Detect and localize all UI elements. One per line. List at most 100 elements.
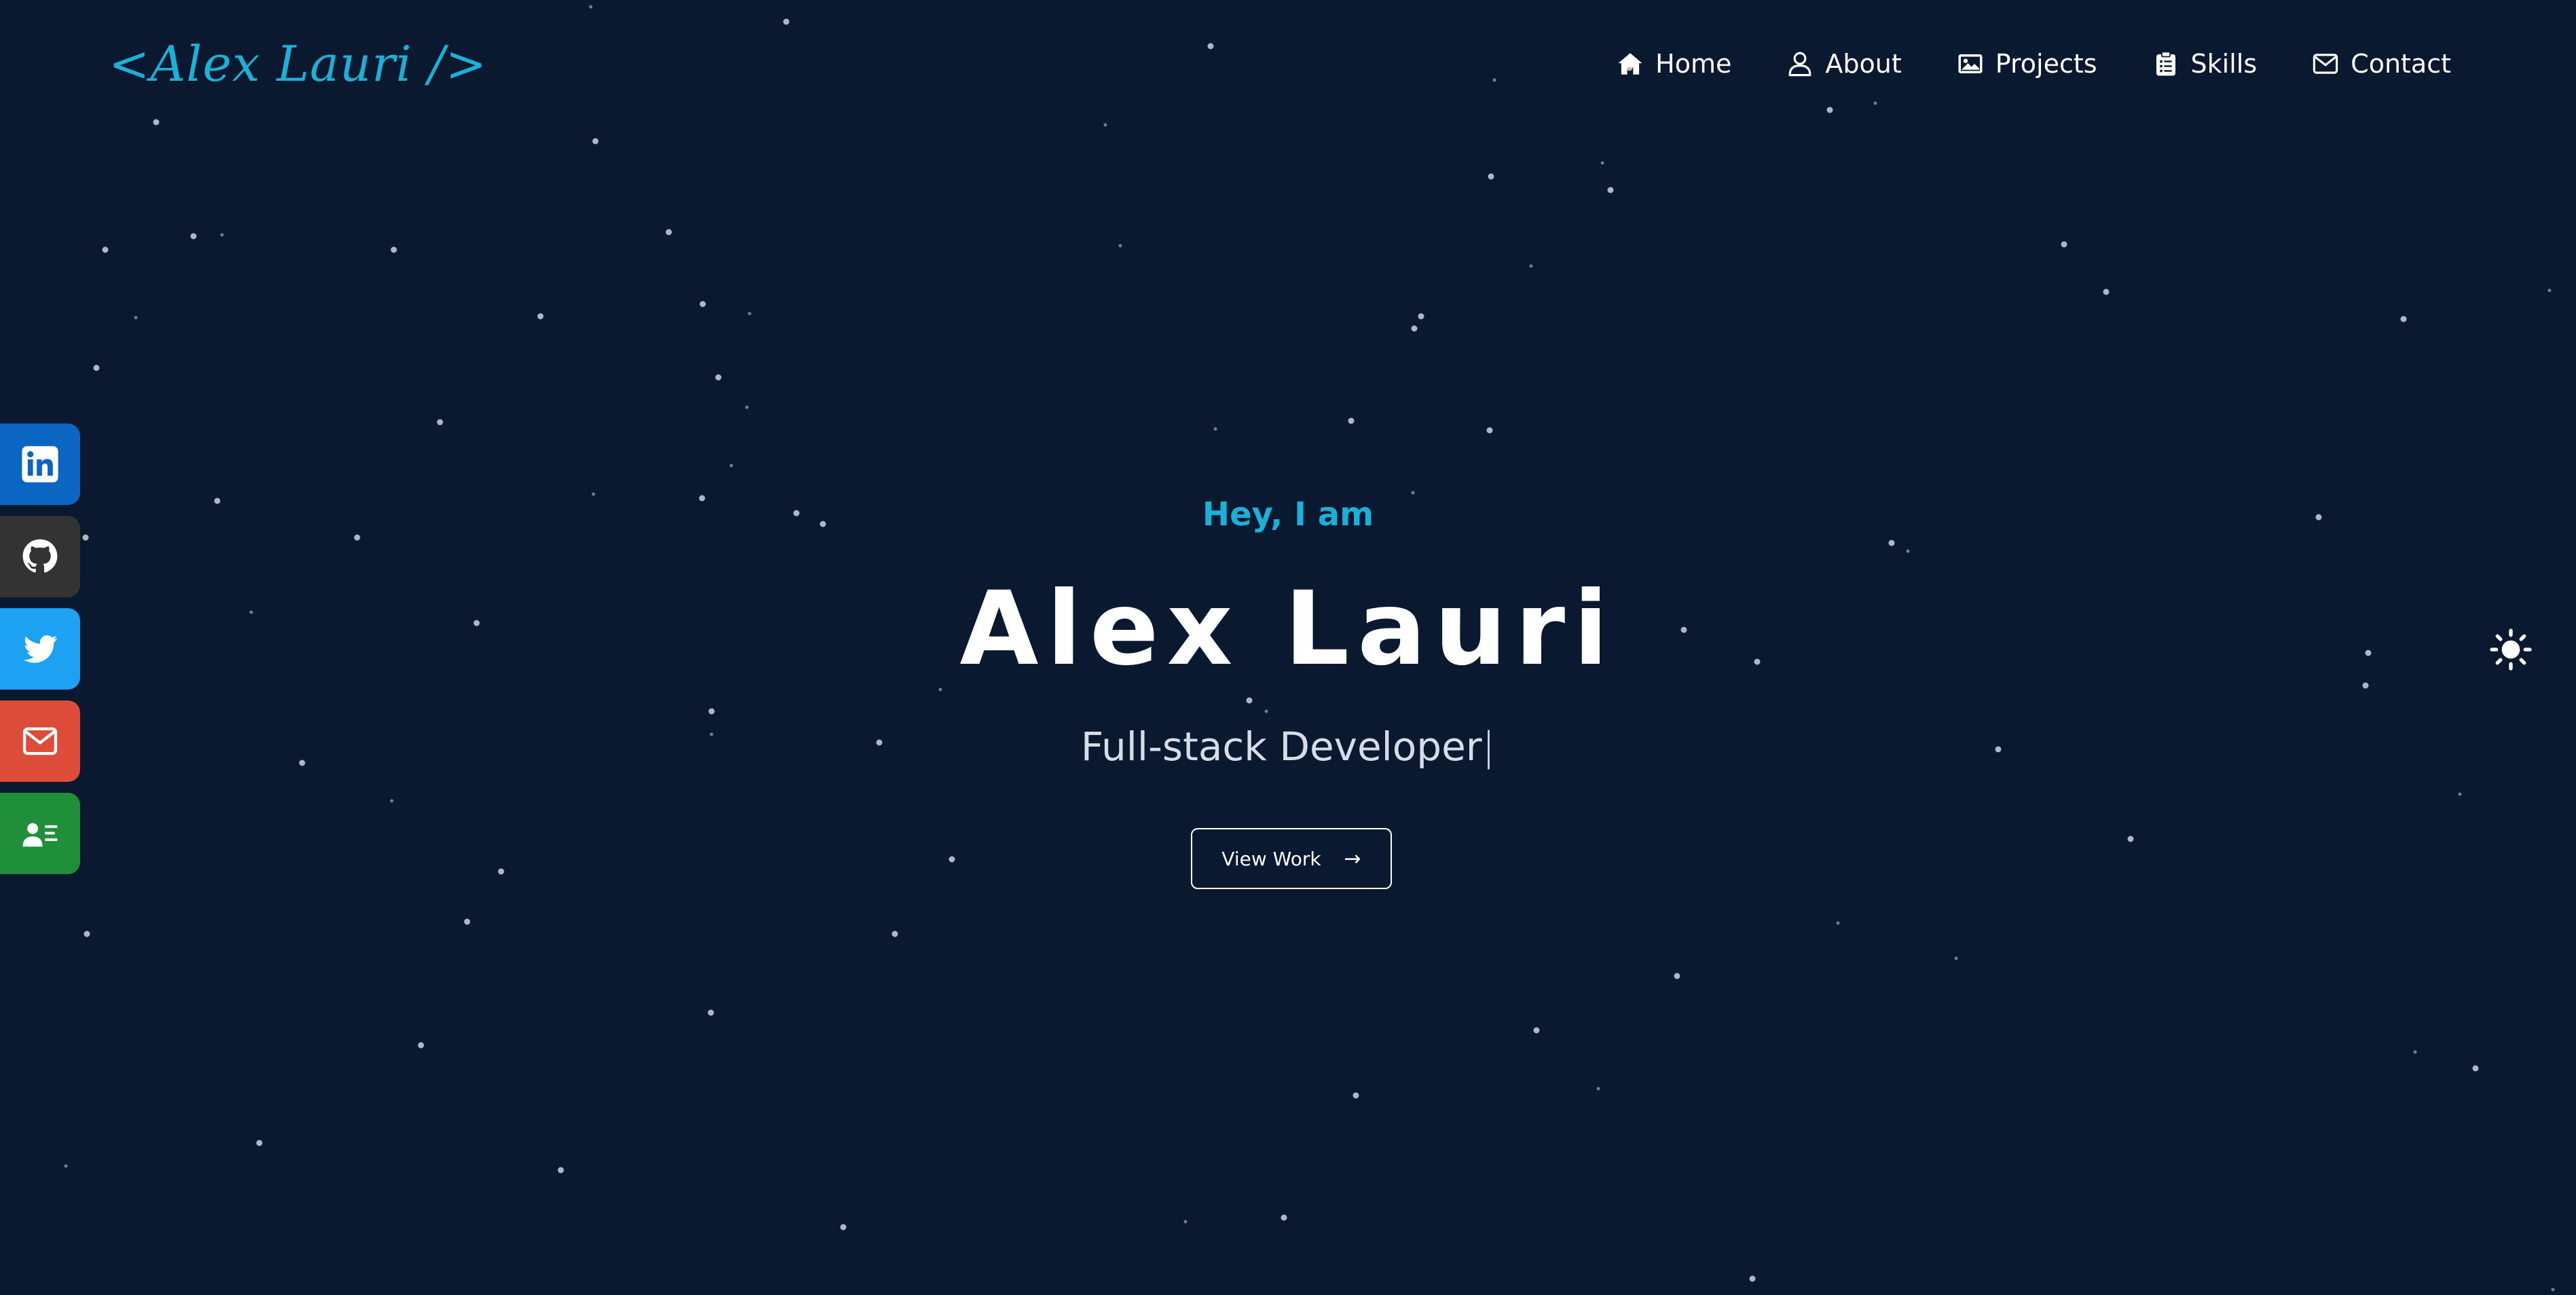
nav-label-skills: Skills	[2190, 49, 2258, 79]
star	[1486, 427, 1493, 434]
star	[390, 799, 394, 803]
contact-card-icon	[22, 823, 58, 847]
view-work-label: View Work	[1221, 847, 1321, 870]
site-logo[interactable]: <Alex Lauri />	[109, 35, 487, 92]
linkedin-button[interactable]	[0, 424, 80, 505]
star	[1826, 107, 1833, 113]
star	[1207, 43, 1214, 50]
star	[699, 301, 706, 307]
star	[498, 868, 504, 875]
linkedin-icon	[22, 446, 58, 483]
clipboard-icon	[2152, 50, 2180, 78]
star	[557, 1167, 564, 1174]
star	[1118, 244, 1122, 248]
star	[2103, 288, 2110, 295]
star	[1411, 491, 1415, 495]
hero-role: Full-stack Developer|	[0, 724, 2576, 770]
arrow-right-icon: →	[1344, 846, 1361, 871]
star	[190, 233, 197, 240]
star	[1674, 973, 1680, 979]
star	[354, 534, 361, 541]
star	[1411, 325, 1418, 332]
star	[1213, 427, 1217, 431]
star	[589, 5, 593, 9]
nav-label-contact: Contact	[2351, 49, 2451, 79]
star	[102, 246, 109, 253]
star	[1488, 173, 1494, 180]
home-icon	[1616, 50, 1644, 78]
nav-item-about[interactable]: About	[1786, 49, 1902, 79]
star	[715, 374, 722, 381]
star	[2127, 836, 2134, 842]
star	[256, 1140, 263, 1146]
star	[437, 419, 443, 426]
star	[2061, 241, 2067, 248]
star	[1264, 709, 1268, 713]
star	[748, 312, 752, 316]
image-icon	[1956, 50, 1985, 78]
star	[82, 534, 89, 541]
star	[84, 931, 90, 937]
star	[390, 246, 397, 253]
nav-item-skills[interactable]: Skills	[2152, 49, 2258, 79]
star	[1749, 1275, 1756, 1282]
star	[1281, 1214, 1287, 1221]
nav-item-contact[interactable]: Contact	[2311, 49, 2451, 79]
star	[1353, 1092, 1359, 1099]
star	[2551, 1288, 2555, 1292]
star	[93, 364, 100, 371]
star	[1183, 1220, 1188, 1224]
star	[1600, 161, 1604, 165]
typing-cursor: |	[1482, 724, 1496, 770]
main-nav: Home About Projects Skills Contact	[1562, 49, 2451, 79]
star	[220, 233, 224, 237]
star	[1836, 921, 1840, 925]
star	[938, 688, 942, 692]
star	[1103, 123, 1107, 127]
star	[2547, 288, 2552, 293]
hero-greeting: Hey, I am	[1202, 495, 1374, 533]
star	[537, 313, 544, 320]
nav-label-about: About	[1825, 49, 1902, 79]
star	[665, 229, 672, 236]
star	[1533, 1027, 1540, 1034]
envelope-icon	[2311, 50, 2340, 78]
star	[1906, 549, 1910, 553]
star	[708, 708, 715, 715]
star	[1418, 313, 1424, 320]
nav-label-home: Home	[1655, 49, 1732, 79]
star	[2458, 792, 2462, 796]
star	[1607, 187, 1614, 193]
star	[1954, 956, 1958, 960]
star	[745, 405, 749, 409]
nav-label-projects: Projects	[1995, 49, 2097, 79]
star	[64, 1164, 68, 1168]
theme-toggle-button[interactable]	[2489, 628, 2533, 671]
sun-icon	[2490, 628, 2532, 671]
star	[1246, 697, 1253, 704]
hero-name: Alex Lauri	[959, 570, 1617, 688]
hero-role-text: Full-stack Developer	[1080, 724, 1482, 770]
star	[464, 918, 471, 925]
star	[783, 18, 790, 25]
star	[1529, 264, 1533, 268]
star	[729, 464, 733, 468]
nav-item-home[interactable]: Home	[1616, 49, 1731, 79]
star	[2472, 1065, 2479, 1072]
star	[707, 1009, 714, 1016]
star	[592, 138, 599, 145]
page: <Alex Lauri /> Home About Projects Skill…	[0, 0, 2576, 1295]
star	[1348, 417, 1355, 424]
star	[153, 119, 160, 126]
star	[949, 856, 955, 863]
star	[1888, 540, 1895, 546]
star	[2413, 1050, 2417, 1054]
star	[2400, 316, 2407, 322]
star	[891, 931, 898, 937]
nav-item-projects[interactable]: Projects	[1956, 49, 2097, 79]
star	[1492, 78, 1496, 82]
star	[418, 1042, 424, 1049]
star	[1873, 101, 1877, 105]
resume-button[interactable]	[0, 793, 80, 874]
view-work-button[interactable]: View Work →	[1191, 828, 1392, 889]
